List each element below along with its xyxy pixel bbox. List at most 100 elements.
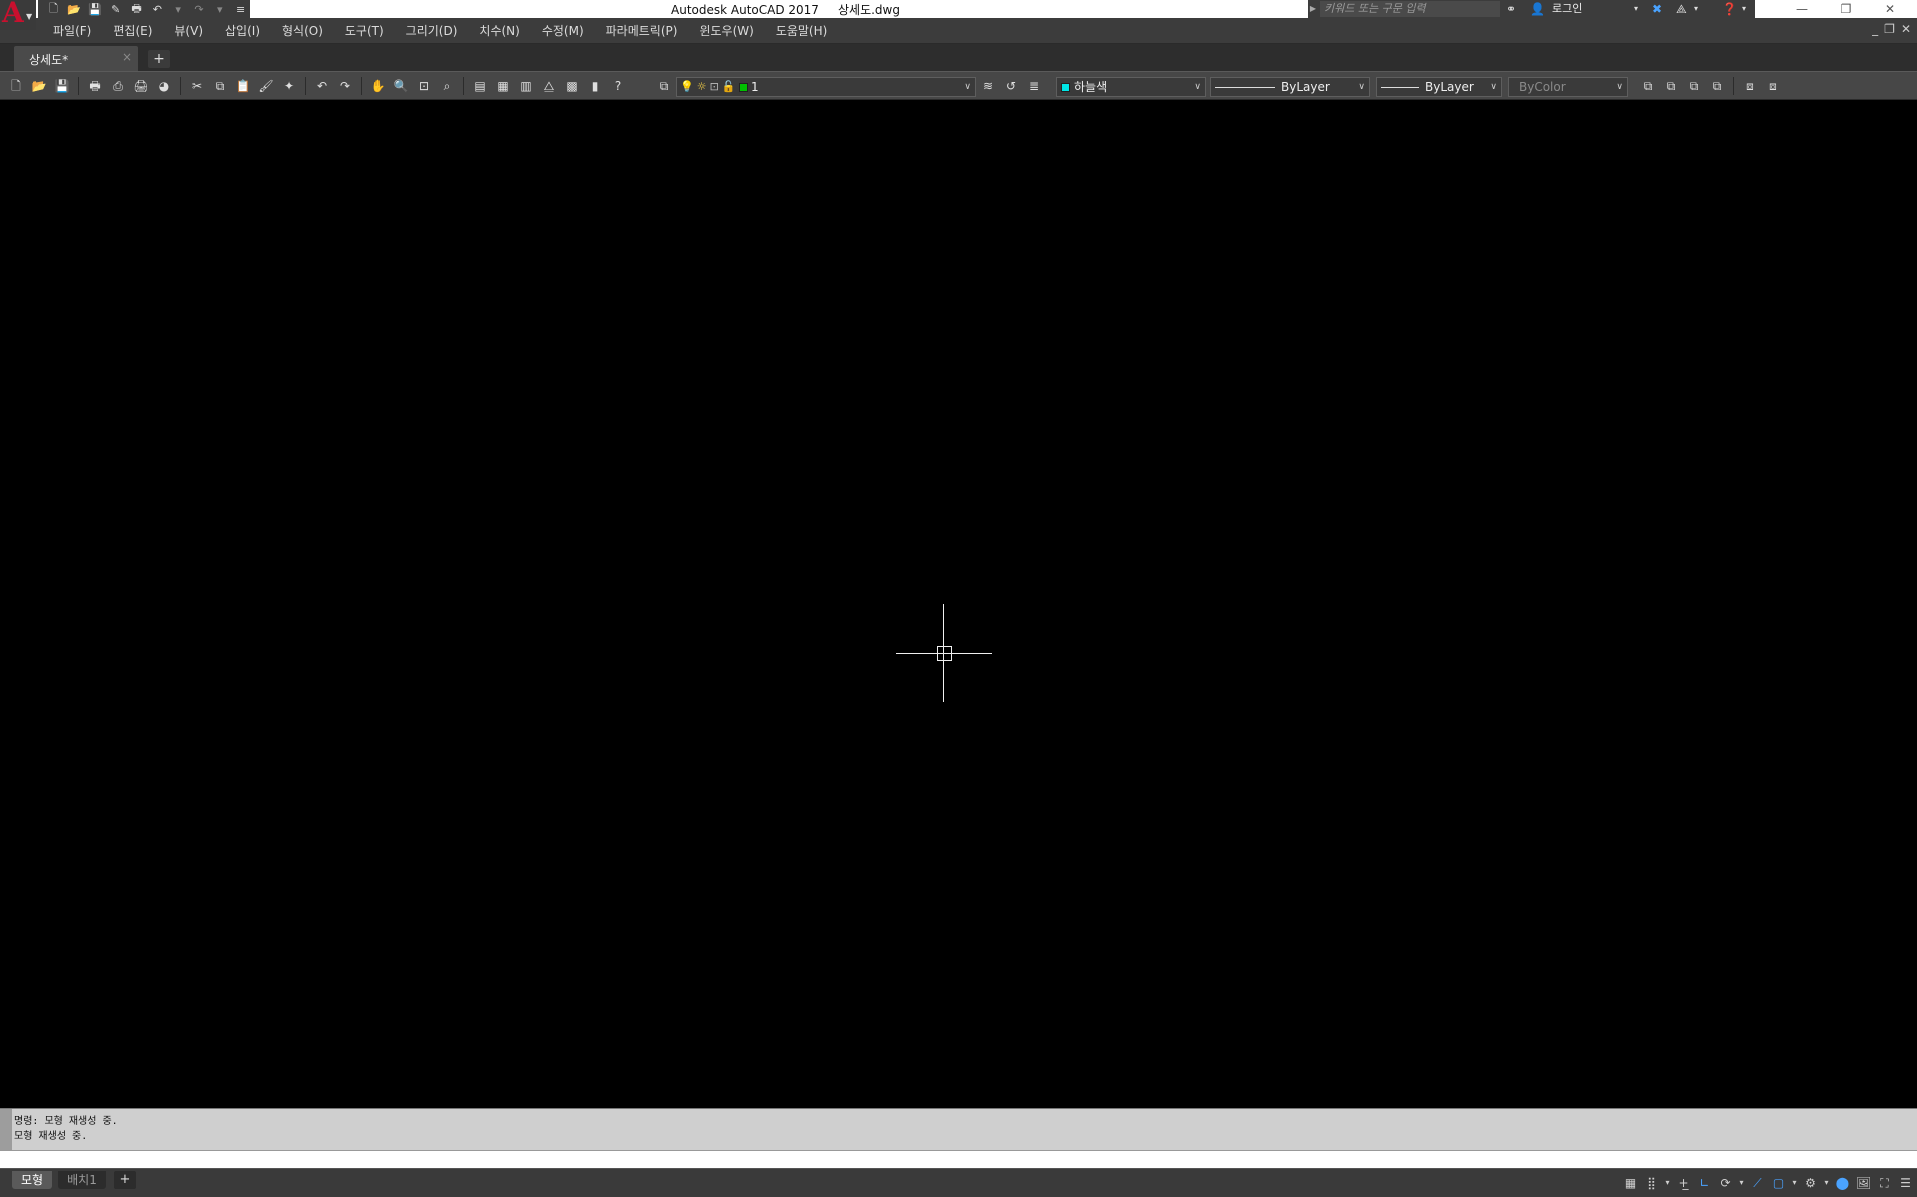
menu-draw[interactable]: 그리기(D) — [395, 18, 469, 44]
plot-icon[interactable]: 🖶 — [127, 1, 146, 17]
a360-dropdown-icon[interactable]: ▾ — [1694, 1, 1698, 17]
model-tab[interactable]: 모형 — [12, 1171, 52, 1189]
ortho-icon[interactable]: ∟ — [1695, 1174, 1714, 1192]
plot-icon[interactable]: 🖶 — [85, 77, 105, 95]
object-snap-icon[interactable]: ▢ — [1769, 1174, 1788, 1192]
tool-palettes-icon[interactable]: ▥ — [516, 77, 536, 95]
menu-insert[interactable]: 삽입(I) — [214, 18, 271, 44]
redo-dropdown-icon[interactable]: ▾ — [210, 1, 229, 17]
binoculars-icon[interactable]: ⚭ — [1506, 1, 1516, 17]
menu-window[interactable]: 윈도우(W) — [688, 18, 764, 44]
layout1-tab[interactable]: 배치1 — [58, 1171, 106, 1189]
undo-icon[interactable]: ↶ — [148, 1, 167, 17]
menu-parametric[interactable]: 파라메트릭(P) — [595, 18, 689, 44]
restore-window-button[interactable]: ❐ — [1824, 0, 1868, 18]
help-icon[interactable]: ? — [608, 77, 628, 95]
infer-constraints-icon[interactable]: +̲ — [1674, 1174, 1693, 1192]
copy-icon[interactable]: ⧉ — [210, 77, 230, 95]
undo-icon[interactable]: ↶ — [312, 77, 332, 95]
block-editor-icon[interactable]: ✦ — [279, 77, 299, 95]
zoom-realtime-icon[interactable]: 🔍 — [391, 77, 411, 95]
menu-help[interactable]: 도움말(H) — [765, 18, 839, 44]
isometric-drafting-icon[interactable]: ⟋ — [1748, 1174, 1767, 1192]
layer-previous-icon[interactable]: ↺ — [1001, 77, 1021, 95]
doc-restore-icon[interactable]: ❐ — [1884, 22, 1895, 36]
a360-icon[interactable]: ⟁ — [1676, 1, 1687, 17]
full-screen-icon[interactable]: ⛶ — [1875, 1174, 1894, 1192]
redo-icon[interactable]: ↷ — [335, 77, 355, 95]
zoom-previous-icon[interactable]: ⌕ — [437, 77, 457, 95]
layer-states-icon[interactable]: ≣ — [1024, 77, 1044, 95]
user-icon[interactable]: 👤 — [1530, 1, 1545, 17]
login-dropdown-icon[interactable]: ▾ — [1634, 1, 1638, 17]
search-input[interactable]: 키워드 또는 구문 입력 — [1320, 1, 1500, 17]
plot-preview-icon[interactable]: ⎙ — [108, 77, 128, 95]
new-tab-button[interactable]: + — [148, 50, 170, 68]
pan-icon[interactable]: ✋ — [368, 77, 388, 95]
customize-menu-icon[interactable]: ☰ — [1896, 1174, 1915, 1192]
menu-tools[interactable]: 도구(T) — [334, 18, 395, 44]
file-tab-detail[interactable]: 상세도* × — [14, 46, 138, 71]
send-under-icon[interactable]: ⧉ — [1707, 77, 1727, 95]
menu-format[interactable]: 형식(O) — [271, 18, 334, 44]
minimize-window-button[interactable]: — — [1780, 0, 1824, 18]
match-properties-icon[interactable]: 🖌 — [256, 77, 276, 95]
menu-view[interactable]: 뷰(V) — [163, 18, 214, 44]
sheet-set-icon[interactable]: ⧋ — [539, 77, 559, 95]
color-dropdown[interactable]: 하늘색 ∨ — [1056, 77, 1206, 97]
command-line-grip[interactable] — [0, 1109, 12, 1151]
close-window-button[interactable]: ✕ — [1868, 0, 1912, 18]
undo-dropdown-icon[interactable]: ▾ — [169, 1, 188, 17]
gear-dropdown-icon[interactable]: ▾ — [1822, 1174, 1831, 1192]
make-current-layer-icon[interactable]: ≋ — [978, 77, 998, 95]
osnap-dropdown-icon[interactable]: ▾ — [1790, 1174, 1799, 1192]
grid-icon[interactable]: ▦ — [1621, 1174, 1640, 1192]
new-icon[interactable]: 🗋 — [6, 77, 26, 95]
menu-edit[interactable]: 편집(E) — [102, 18, 163, 44]
zoom-window-icon[interactable]: ⊡ — [414, 77, 434, 95]
menu-modify[interactable]: 수정(M) — [531, 18, 595, 44]
polar-tracking-icon[interactable]: ⟳ — [1716, 1174, 1735, 1192]
save-icon[interactable]: 💾 — [52, 77, 72, 95]
help-dropdown-icon[interactable]: ▾ — [1742, 1, 1746, 17]
snap-dropdown-icon[interactable]: ▾ — [1663, 1174, 1672, 1192]
clean-screen-icon[interactable]: 🖼 — [1854, 1174, 1873, 1192]
save-as-icon[interactable]: ✎ — [106, 1, 125, 17]
exchange-apps-icon[interactable]: ✖ — [1652, 1, 1662, 17]
quickcalc-icon[interactable]: ▮ — [585, 77, 605, 95]
menu-file[interactable]: 파일(F) — [42, 18, 102, 44]
layer-properties-icon[interactable]: ⧉ — [654, 77, 674, 95]
hatch-to-back-icon[interactable]: ⧈ — [1763, 77, 1783, 95]
send-to-back-icon[interactable]: ⧉ — [1661, 77, 1681, 95]
paste-icon[interactable]: 📋 — [233, 77, 253, 95]
redo-icon[interactable]: ↷ — [190, 1, 209, 17]
polar-dropdown-icon[interactable]: ▾ — [1737, 1174, 1746, 1192]
customize-qat-icon[interactable]: ≡ — [231, 1, 250, 17]
help-icon[interactable]: ❓ — [1722, 1, 1737, 17]
lineweight-dropdown[interactable]: ByLayer ∨ — [1376, 77, 1502, 97]
bring-above-icon[interactable]: ⧉ — [1684, 77, 1704, 95]
new-file-icon[interactable]: 🗋 — [44, 1, 63, 17]
command-input[interactable] — [0, 1150, 1917, 1168]
markup-icon[interactable]: ▩ — [562, 77, 582, 95]
cut-icon[interactable]: ✂ — [187, 77, 207, 95]
properties-icon[interactable]: ▤ — [470, 77, 490, 95]
publish-icon[interactable]: 🖨 — [131, 77, 151, 95]
3d-print-icon[interactable]: ◕ — [154, 77, 174, 95]
doc-close-icon[interactable]: ✕ — [1901, 22, 1911, 36]
annotation-monitor-icon[interactable]: ⬤ — [1833, 1174, 1852, 1192]
open-file-icon[interactable]: 📂 — [65, 1, 84, 17]
application-menu-button[interactable]: A ▼ — [0, 0, 36, 30]
collapse-search-icon[interactable]: ▶ — [1308, 1, 1318, 17]
design-center-icon[interactable]: ▦ — [493, 77, 513, 95]
doc-minimize-icon[interactable]: _ — [1872, 22, 1878, 36]
menu-dimension[interactable]: 치수(N) — [468, 18, 530, 44]
settings-gear-icon[interactable]: ⚙ — [1801, 1174, 1820, 1192]
open-icon[interactable]: 📂 — [29, 77, 49, 95]
close-tab-icon[interactable]: × — [122, 50, 132, 64]
add-layout-button[interactable]: + — [114, 1171, 136, 1189]
linetype-dropdown[interactable]: ByLayer ∨ — [1210, 77, 1370, 97]
bring-to-front-icon[interactable]: ⧉ — [1638, 77, 1658, 95]
login-button[interactable]: 로그인 — [1552, 1, 1582, 17]
drawing-area[interactable] — [0, 100, 1917, 1108]
